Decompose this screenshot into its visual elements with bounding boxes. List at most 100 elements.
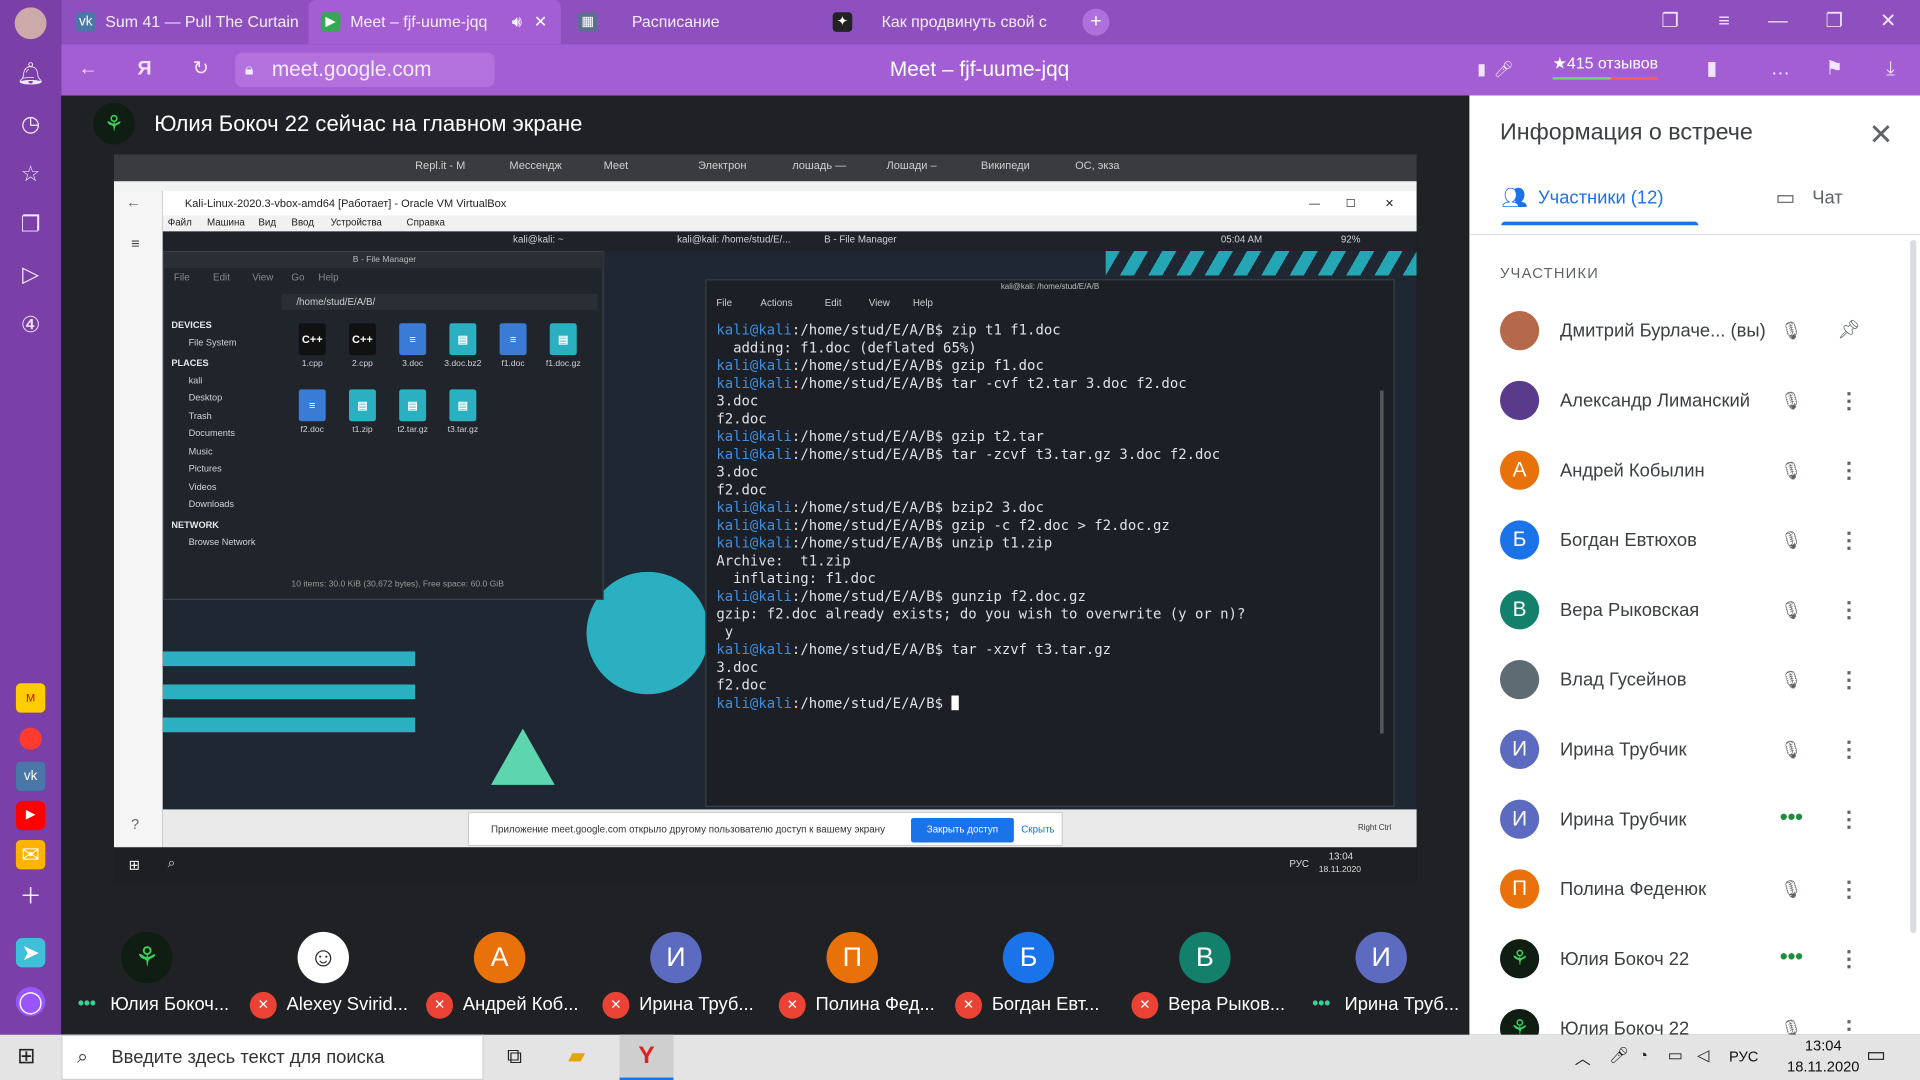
participant-row[interactable]: Дмитрий Бурлаче... (вы) 🎙︎ 📌︎ <box>1469 298 1920 368</box>
hide-link[interactable]: Скрыть <box>1021 813 1054 847</box>
participant-row[interactable]: Влад Гусейнов 🎙︎ ⋮ <box>1469 647 1920 717</box>
more-options-icon[interactable]: ⋮ <box>1837 733 1861 765</box>
fm-menu-item: Help <box>318 271 339 283</box>
participant-tile[interactable]: А ✕ Андрей Коб... <box>414 928 585 1026</box>
participant-tile[interactable]: И ••• Ирина Труб... <box>1296 928 1467 1026</box>
participant-row[interactable]: И Ирина Трубчик ••• ⋮ <box>1469 786 1920 856</box>
tray-chevron-icon[interactable]: ︿ <box>1575 1046 1591 1069</box>
tab-meet[interactable]: ▶ Meet – fjf-uume-jqq 🔊︎ ✕ <box>308 0 561 45</box>
mic-icon[interactable]: 🎤︎ <box>1489 44 1518 95</box>
inner-tab: Википеди <box>980 159 1030 172</box>
tab-chat[interactable]: ▭ Чат <box>1776 181 1843 225</box>
tab-participants[interactable]: 👥︎ Участники (12) <box>1501 181 1698 226</box>
close-icon[interactable]: ✕ <box>1869 118 1894 154</box>
more-options-icon[interactable]: ⋮ <box>1837 454 1861 486</box>
tabs-count-icon[interactable]: ④ <box>16 310 45 339</box>
participant-row[interactable]: И Ирина Трубчик 🎙︎ ⋮ <box>1469 716 1920 786</box>
language-indicator[interactable]: РУС <box>1729 1048 1758 1065</box>
file-name: 3.doc <box>402 360 424 369</box>
mic-off-icon[interactable]: 🎙︎ <box>1778 384 1805 416</box>
more-options-icon[interactable]: ⋮ <box>1837 594 1861 626</box>
presenter-text: Юлия Бокоч 22 сейчас на главном экране <box>154 111 583 136</box>
maps-icon[interactable]: ⬤ <box>16 722 45 751</box>
taskbar-search-field[interactable]: ⌕ Введите здесь текст для поиска <box>61 1034 484 1080</box>
participant-row[interactable]: Б Богдан Евтюхов 🎙︎ ⋮ <box>1469 507 1920 577</box>
windows-start-icon[interactable]: ⊞ <box>17 1043 35 1069</box>
participant-row[interactable]: А Андрей Кобылин 🎙︎ ⋮ <box>1469 437 1920 507</box>
stop-sharing-button[interactable]: Закрыть доступ <box>911 817 1014 843</box>
notifications-icon[interactable]: ▭ <box>1866 1043 1886 1067</box>
wifi-icon[interactable]: ◔ <box>1638 1046 1648 1064</box>
close-tab-icon[interactable]: ✕ <box>534 0 547 44</box>
reviews-badge[interactable]: ★415 отзывов <box>1552 54 1659 80</box>
scrollbar[interactable] <box>1910 240 1917 934</box>
collections-icon[interactable]: ❐ <box>16 209 45 238</box>
file-name: 3.doc.bz2 <box>444 360 482 369</box>
reload-icon[interactable]: ↻ <box>186 44 215 95</box>
task-view-icon[interactable]: ⧉ <box>507 1044 522 1068</box>
mic-icon[interactable]: 🎤︎ <box>1609 1046 1629 1066</box>
tab-promote[interactable]: ✦ Как продвинуть свой с <box>820 0 1075 44</box>
vk-icon[interactable]: vk <box>15 761 46 792</box>
participant-row[interactable]: В Вера Рыковская 🎙︎ ⋮ <box>1469 577 1920 647</box>
messenger-icon[interactable]: ➤ <box>15 937 46 968</box>
download-icon[interactable]: ⤓ <box>1876 44 1905 95</box>
more-options-icon[interactable]: ⋮ <box>1837 664 1861 696</box>
participant-tile[interactable]: Б ✕ Богдан Евт... <box>943 928 1114 1026</box>
minimize-icon[interactable]: — <box>1763 0 1792 48</box>
profile-avatar[interactable] <box>14 7 47 40</box>
battery-icon[interactable]: ▭ <box>1668 1046 1683 1066</box>
mic-off-icon[interactable]: 🎙︎ <box>1778 524 1805 556</box>
alice-icon[interactable]: ◯ <box>15 986 46 1017</box>
close-window-icon[interactable]: ✕ <box>1873 0 1902 48</box>
tab-manager-icon[interactable]: ❐ <box>1656 0 1685 48</box>
volume-icon[interactable]: ◁ <box>1697 1046 1709 1066</box>
tab-sum41[interactable]: vk Sum 41 — Pull The Curtain <box>64 0 304 44</box>
mic-off-icon[interactable]: 🎙︎ <box>1778 733 1805 765</box>
url-field[interactable]: 🔒︎ meet.google.com <box>235 52 495 87</box>
back-icon[interactable]: ← <box>73 44 102 95</box>
bell-icon[interactable]: 🔔︎ <box>16 59 45 88</box>
participant-row[interactable]: ⚘ Юлия Бокоч 22 ••• ⋮ <box>1469 926 1920 996</box>
participant-tile[interactable]: ⚘ ••• Юлия Бокоч... <box>61 928 232 1026</box>
more-options-icon[interactable]: ⋮ <box>1837 524 1861 556</box>
play-icon[interactable]: ▷ <box>16 260 45 289</box>
bookmark-star-icon[interactable]: ☆ <box>16 159 45 188</box>
history-icon[interactable]: ◷ <box>16 109 45 138</box>
yandex-browser-icon[interactable]: Y <box>619 1034 674 1080</box>
more-options-icon[interactable]: ⋮ <box>1837 384 1861 416</box>
add-icon[interactable]: ＋ <box>16 882 45 911</box>
vbox-menu-item: Справка <box>406 216 445 228</box>
youtube-icon[interactable]: ▶ <box>15 800 46 831</box>
mic-off-icon[interactable]: 🎙︎ <box>1778 664 1805 696</box>
participant-tile[interactable]: П ✕ Полина Фед... <box>767 928 938 1026</box>
prompt-user: kali@kali <box>716 587 792 605</box>
shared-screen[interactable]: Repl.it - M Мессендж Meet Электрон лошадь — Л… <box>113 154 1417 885</box>
participant-tile[interactable]: И ✕ Ирина Труб... <box>590 928 761 1026</box>
new-tab-button[interactable]: + <box>1082 8 1110 36</box>
participant-row[interactable]: П Полина Феденюк 🎙︎ ⋮ <box>1469 856 1920 926</box>
more-options-icon[interactable]: ⋮ <box>1837 943 1861 975</box>
speaker-icon[interactable]: 🔊︎ <box>512 0 522 44</box>
mic-off-icon[interactable]: 🎙︎ <box>1778 873 1805 905</box>
extensions-icon[interactable]: ⚑ <box>1820 44 1849 95</box>
restore-icon[interactable]: ❐ <box>1820 0 1849 48</box>
mic-off-icon[interactable]: 🎙︎ <box>1778 315 1805 347</box>
participant-tile[interactable]: В ✕ Вера Рыков... <box>1119 928 1290 1026</box>
pin-icon[interactable]: 📌︎ <box>1837 315 1861 347</box>
mail-icon[interactable]: ✉ <box>15 840 46 870</box>
tab-schedule[interactable]: ▦ Расписание <box>566 0 811 44</box>
market-icon[interactable]: M <box>15 683 46 713</box>
more-options-icon[interactable]: ⋮ <box>1837 873 1861 905</box>
taskbar-clock[interactable]: 13:04 18.11.2020 <box>1778 1036 1869 1078</box>
file-explorer-icon[interactable]: ▰ <box>568 1043 585 1069</box>
menu-icon[interactable]: ≡ <box>1709 0 1738 48</box>
more-icon[interactable]: … <box>1766 44 1795 95</box>
more-options-icon[interactable]: ⋮ <box>1837 803 1861 835</box>
bookmark-icon[interactable]: ▮ <box>1697 44 1726 95</box>
yandex-icon[interactable]: Я <box>130 44 159 95</box>
participant-row[interactable]: Александр Лиманский 🎙︎ ⋮ <box>1469 367 1920 437</box>
participant-tile[interactable]: ☺ ✕ Alexey Svirid... <box>238 928 409 1026</box>
mic-off-icon[interactable]: 🎙︎ <box>1778 454 1805 486</box>
mic-off-icon[interactable]: 🎙︎ <box>1778 594 1805 626</box>
